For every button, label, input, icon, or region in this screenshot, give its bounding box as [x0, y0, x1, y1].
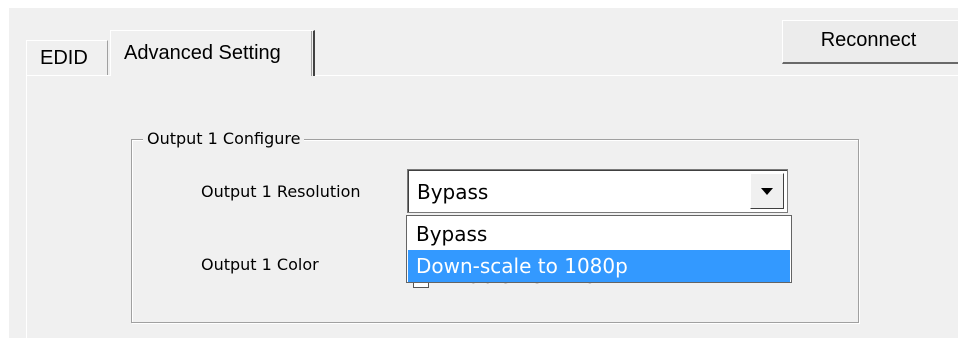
dropdown-option-downscale-1080p[interactable]: Down-scale to 1080p — [408, 250, 790, 282]
tab-edid-label: EDID — [40, 47, 88, 69]
resolution-dropdown-list: Bypass Down-scale to 1080p — [406, 215, 792, 283]
output1-group-title: Output 1 Configure — [143, 128, 305, 150]
reconnect-button[interactable]: Reconnect — [782, 20, 958, 64]
tab-advanced-setting[interactable]: Advanced Setting — [110, 30, 315, 76]
tab-edid[interactable]: EDID — [26, 40, 108, 76]
tab-advanced-setting-label: Advanced Setting — [124, 42, 281, 64]
output1-color-label: Output 1 Color — [201, 255, 319, 274]
output1-resolution-value: Bypass — [417, 180, 489, 204]
dropdown-option-bypass[interactable]: Bypass — [408, 218, 790, 250]
output1-resolution-label: Output 1 Resolution — [201, 182, 361, 201]
chevron-down-icon[interactable] — [750, 173, 784, 209]
output1-resolution-select[interactable]: Bypass — [407, 169, 788, 213]
